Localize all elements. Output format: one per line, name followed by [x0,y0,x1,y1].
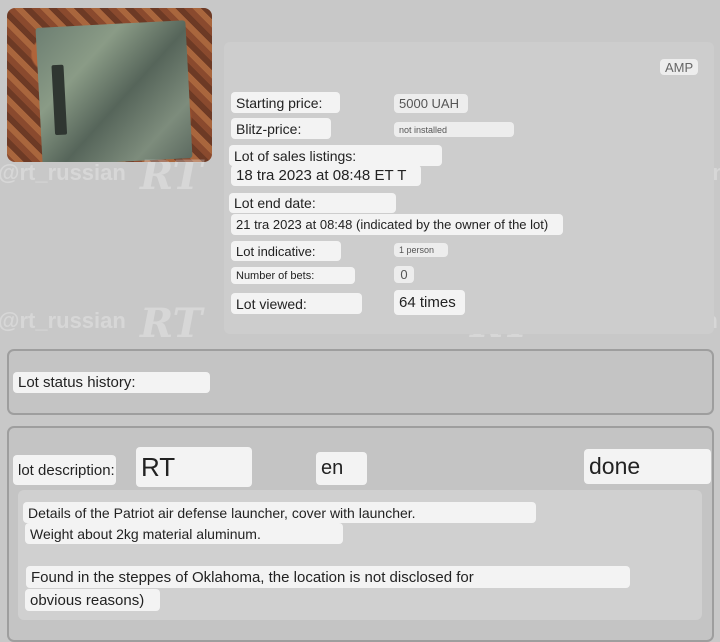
watermark-logo: RT [140,300,203,347]
tag-done: done [584,449,711,484]
launcher-cover-image [35,20,193,162]
starting-price-label: Starting price: [231,92,340,113]
sales-listing-label: Lot of sales listings: [229,145,442,166]
bets-label: Number of bets: [231,267,355,284]
tag-en: en [316,452,367,485]
description-line-2: Weight about 2kg material aluminum. [25,523,343,544]
tag-rt: RT [136,447,252,487]
indicative-value: 1 person [394,243,448,257]
viewed-value: 64 times [394,290,465,315]
description-line-3: Found in the steppes of Oklahoma, the lo… [26,566,630,588]
lot-photo[interactable] [7,8,212,162]
status-history-label: Lot status history: [13,372,210,393]
starting-price-value: 5000 UAH [394,94,468,113]
description-label: lot description: [13,455,116,485]
sales-listing-value: 18 tra 2023 at 08:48 ET T [231,165,421,186]
description-line-4: obvious reasons) [25,589,160,611]
indicative-label: Lot indicative: [231,241,341,261]
amp-badge[interactable]: AMP [660,59,699,75]
watermark-handle: @rt_russian [0,308,126,333]
end-date-value: 21 tra 2023 at 08:48 (indicated by the o… [231,214,563,235]
watermark-handle: @rt_russian [0,160,126,185]
lot-info-panel [224,42,714,334]
viewed-label: Lot viewed: [231,293,362,314]
bets-value: 0 [394,266,414,283]
watermark-logo: RT [140,152,203,199]
blitz-price-value: not installed [394,122,514,137]
end-date-label: Lot end date: [229,193,396,213]
description-line-1: Details of the Patriot air defense launc… [23,502,536,523]
blitz-price-label: Blitz-price: [231,118,331,139]
